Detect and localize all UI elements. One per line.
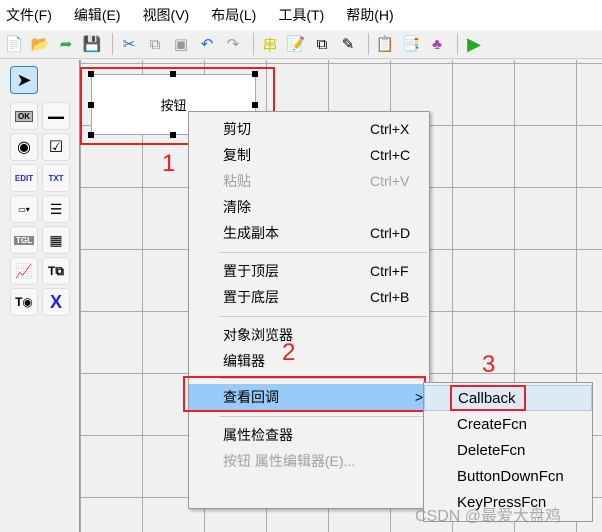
menu-view[interactable]: 视图(V) [143,5,190,25]
cut-icon[interactable]: ✂ [118,33,140,55]
open-folder-icon[interactable]: 📂 [29,33,51,55]
label: ButtonDownFcn [457,467,564,485]
annotation-3: 3 [482,351,496,378]
run-icon[interactable]: ▶ [463,33,485,55]
object-browser-icon[interactable]: ♣ [426,33,448,55]
new-file-icon[interactable]: 📄 [3,33,25,55]
label: 属性检查器 [223,427,293,443]
annotation-1: 1 [162,150,176,177]
edit-text-tool[interactable]: EDIT [10,164,38,192]
activex-tool-icon[interactable]: X [42,288,70,316]
separator [368,33,369,55]
menu-item-object-browser[interactable]: 对象浏览器 [189,322,429,348]
menu-edit[interactable]: 编辑(E) [74,5,121,25]
editor-icon[interactable]: 📋 [374,33,396,55]
menu-file[interactable]: 文件(F) [6,5,52,25]
annotation-box-3 [450,385,526,411]
annotation-box-2 [183,376,426,412]
menu-item-property-inspector[interactable]: 属性检查器 [189,422,429,448]
menu-item-bring-to-front[interactable]: 置于顶层 Ctrl+F [189,258,429,284]
menu-help[interactable]: 帮助(H) [346,5,393,25]
menu-item-clear[interactable]: 清除 [189,194,429,220]
slider-tool[interactable]: ▬▬ [42,102,70,130]
menu-item-paste: 粘贴 Ctrl+V [189,168,429,194]
menu-separator [219,316,427,317]
menu-editor-icon[interactable]: 📝 [285,33,307,55]
toolbar: 📄 📂 ➦ 💾 ✂ ⧉ ▣ ↶ ↷ 串 📝 ⧉ ✎ 📋 📑 ♣ ▶ [0,30,602,59]
table-tool[interactable]: ▦ [42,226,70,254]
menu-item-copy[interactable]: 复制 Ctrl+C [189,142,429,168]
submenu-item-createfcn[interactable]: CreateFcn [424,411,592,437]
separator [457,33,458,55]
label: 按钮 属性编辑器(E)... [223,453,356,469]
label: CreateFcn [457,415,528,433]
toggle-button-tool[interactable]: TGL [10,226,38,254]
separator [253,33,254,55]
listbox-tool[interactable]: ☰ [42,195,70,223]
label: 编辑器 [223,353,265,369]
menu-item-editor[interactable]: 编辑器 [189,348,429,374]
push-button-tool[interactable]: OK [10,102,38,130]
radio-button-tool[interactable]: ◉ [10,133,38,161]
toolbar-editor-icon[interactable]: ✎ [337,33,359,55]
label: 清除 [223,199,251,215]
popup-menu-tool[interactable]: ▭▾ [10,195,38,223]
shortcut: Ctrl+B [370,289,410,305]
menu-separator [219,416,427,417]
label: 置于底层 [223,289,279,305]
menu-item-duplicate[interactable]: 生成副本 Ctrl+D [189,220,429,246]
menu-layout[interactable]: 布局(L) [211,5,256,25]
menu-item-property-editor: 按钮 属性编辑器(E)... [189,448,429,474]
panel-tool-icon[interactable]: T⧉ [42,257,70,285]
context-menu: 剪切 Ctrl+X 复制 Ctrl+C 粘贴 Ctrl+V 清除 生成副本 Ctrl+D… [188,111,430,509]
annotation-2: 2 [282,339,296,366]
undo-icon[interactable]: ↶ [196,33,218,55]
submenu-item-deletefcn[interactable]: DeleteFcn [424,437,592,463]
menu-separator [219,252,427,253]
label: 粘贴 [223,173,251,189]
toggle-button-tool-label: TGL [14,235,34,245]
menu-item-send-to-back[interactable]: 置于底层 Ctrl+B [189,284,429,310]
button-group-tool-icon[interactable]: T◉ [10,288,38,316]
separator [112,33,113,55]
label: 剪切 [223,121,251,137]
shortcut: Ctrl+D [370,225,411,241]
checkbox-tool[interactable]: ☑ [42,133,70,161]
menu-tools[interactable]: 工具(T) [278,5,324,25]
axes-tool-icon[interactable]: 📈 [10,257,38,285]
shortcut: Ctrl+C [370,147,411,163]
label: DeleteFcn [457,441,526,459]
menu-item-cut[interactable]: 剪切 Ctrl+X [189,116,429,142]
save-icon[interactable]: 💾 [81,33,103,55]
select-tool-icon[interactable]: ➤ [10,66,38,94]
label: 复制 [223,147,251,163]
align-icon[interactable]: 串 [259,33,281,55]
label: 生成副本 [223,225,279,241]
watermark: CSDN @最爱大盘鸡 [415,508,562,525]
label: 置于顶层 [223,263,279,279]
redo-icon[interactable]: ↷ [222,33,244,55]
paste-icon[interactable]: ▣ [170,33,192,55]
tab-order-icon[interactable]: ⧉ [311,33,333,55]
shortcut: Ctrl+F [370,263,409,279]
shortcut: Ctrl+X [370,121,410,137]
copy-icon[interactable]: ⧉ [144,33,166,55]
static-text-tool[interactable]: TXT [42,164,70,192]
submenu-item-buttondownfcn[interactable]: ButtonDownFcn [424,463,592,489]
export-icon[interactable]: ➦ [55,33,77,55]
push-button-tool-label: OK [15,110,33,122]
property-inspector-icon[interactable]: 📑 [400,33,422,55]
menubar: 文件(F) 编辑(E) 视图(V) 布局(L) 工具(T) 帮助(H) [0,0,602,30]
shortcut: Ctrl+V [370,173,410,189]
